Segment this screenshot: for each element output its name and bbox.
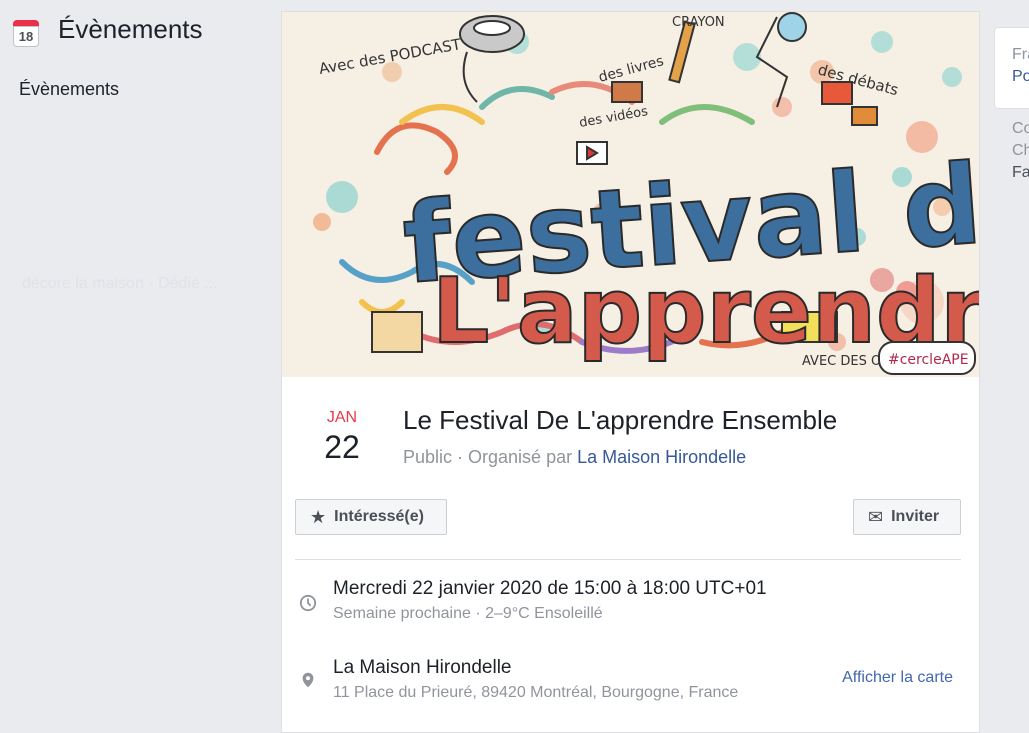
invite-label: Inviter: [891, 508, 940, 525]
event-meta: Public · Organisé par La Maison Hirondel…: [403, 447, 746, 468]
location-row: La Maison Hirondelle 11 Place du Prieuré…: [295, 657, 961, 707]
privacy-label: Public: [403, 447, 453, 467]
event-place[interactable]: La Maison Hirondelle: [333, 657, 512, 679]
event-date: JAN 22: [303, 409, 381, 466]
divider: [295, 559, 961, 560]
right-panel-line3: Co: [1012, 120, 1029, 137]
envelope-icon: ✉: [868, 506, 884, 527]
faded-text: décore la maison · Dédié ...: [22, 275, 218, 292]
event-title: Le Festival De L'apprendre Ensemble: [403, 405, 838, 435]
map-pin-icon: [302, 672, 314, 688]
right-panel-line1: Fra: [1012, 46, 1029, 63]
right-panel-link[interactable]: Po: [1012, 68, 1029, 86]
datetime-row: Mercredi 22 janvier 2020 de 15:00 à 18:0…: [295, 578, 961, 628]
star-icon: ★: [310, 506, 327, 527]
event-datetime: Mercredi 22 janvier 2020 de 15:00 à 18:0…: [333, 578, 767, 599]
event-month: JAN: [326, 409, 358, 426]
interested-button[interactable]: ★ Intéressé(e): [295, 499, 447, 535]
event-datetime-sub: Semaine prochaine · 2–9°C Ensoleillé: [333, 605, 603, 622]
organized-by-prefix: · Organisé par: [452, 447, 578, 467]
event-details: JAN 22 Le Festival De L'apprendre Ensemb…: [281, 11, 978, 711]
clock-icon: [299, 594, 317, 612]
event-day: 22: [324, 429, 360, 465]
interested-label: Intéressé(e): [334, 508, 424, 525]
page-title: Évènements: [58, 13, 203, 44]
show-map-link[interactable]: Afficher la carte: [842, 669, 953, 687]
calendar-icon: 18: [13, 20, 39, 47]
event-address: 11 Place du Prieuré, 89420 Montréal, Bou…: [333, 684, 739, 701]
events-header: 18 Évènements: [13, 12, 203, 47]
right-panel-line5: Fa: [1012, 164, 1029, 181]
invite-button[interactable]: ✉ Inviter: [853, 499, 961, 535]
sidebar-item-events[interactable]: Évènements: [19, 79, 119, 100]
right-panel-line4: Ch: [1012, 142, 1029, 159]
right-panel-card: Fra Po: [994, 27, 1029, 109]
organizer-link[interactable]: La Maison Hirondelle: [577, 447, 746, 467]
